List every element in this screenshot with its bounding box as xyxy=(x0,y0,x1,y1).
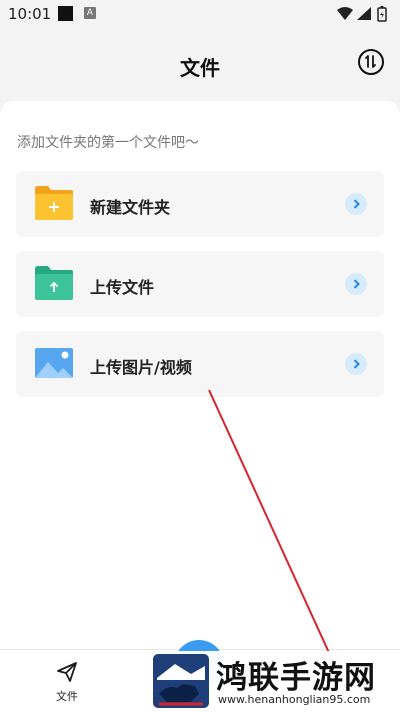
new-folder-label: 新建文件夹 xyxy=(90,198,171,217)
signal-icon xyxy=(357,7,371,20)
chevron-right-icon xyxy=(345,353,367,375)
status-bar: 10:01 A xyxy=(0,0,400,28)
upload-media-button[interactable]: 上传图片/视频 xyxy=(16,331,384,397)
header: 文件 xyxy=(0,28,400,102)
upload-folder-icon xyxy=(35,266,73,300)
sort-button[interactable] xyxy=(358,49,384,75)
notification-icon xyxy=(58,6,73,21)
upload-media-label: 上传图片/视频 xyxy=(90,358,192,377)
upload-file-button[interactable]: 上传文件 xyxy=(16,251,384,317)
upload-file-label: 上传文件 xyxy=(90,278,155,297)
image-icon xyxy=(35,348,73,378)
wifi-icon xyxy=(337,7,353,20)
empty-hint: 添加文件夹的第一个文件吧～ xyxy=(17,135,199,151)
watermark-name: 鸿联手游网 xyxy=(216,660,376,696)
sort-arrows-icon xyxy=(365,55,376,68)
page-title: 文件 xyxy=(180,56,220,80)
status-icons xyxy=(337,6,387,22)
watermark: 鸿联手游网 www.henanhonglian95.com xyxy=(150,651,400,711)
nav-item-files[interactable]: 文件 xyxy=(45,658,89,706)
chevron-right-icon xyxy=(345,193,367,215)
a-notification-icon: A xyxy=(84,7,96,19)
battery-icon xyxy=(377,6,387,22)
paper-plane-icon xyxy=(57,662,77,682)
watermark-url: www.henanhonglian95.com xyxy=(218,693,371,706)
new-folder-button[interactable]: 新建文件夹 xyxy=(16,171,384,237)
watermark-logo xyxy=(153,654,209,708)
content-sheet: 添加文件夹的第一个文件吧～ 新建文件夹 上传文件 上传图片/视频 xyxy=(0,101,400,649)
chevron-right-icon xyxy=(345,273,367,295)
nav-label-files: 文件 xyxy=(56,690,78,703)
new-folder-icon xyxy=(35,186,73,220)
status-time: 10:01 xyxy=(8,5,52,23)
